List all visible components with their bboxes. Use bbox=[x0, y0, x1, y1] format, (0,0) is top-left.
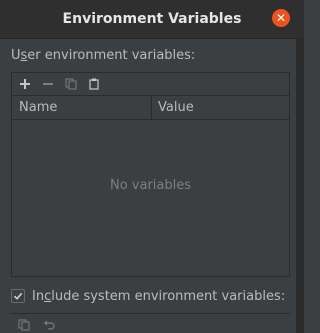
include-system-checkbox[interactable] bbox=[11, 289, 25, 303]
include-system-label[interactable]: Include system environment variables: bbox=[32, 289, 285, 304]
remove-button[interactable] bbox=[40, 76, 56, 92]
title-bar: Environment Variables ✕ bbox=[0, 0, 304, 39]
copy-icon bbox=[18, 319, 30, 331]
column-header-value[interactable]: Value bbox=[158, 96, 278, 119]
system-copy-button[interactable] bbox=[16, 317, 32, 333]
add-button[interactable] bbox=[17, 76, 33, 92]
window-title: Environment Variables bbox=[62, 11, 242, 27]
variables-panel: Name Value No variables bbox=[11, 72, 290, 277]
section-label: User environment variables: bbox=[11, 48, 195, 63]
table-body[interactable]: No variables bbox=[12, 120, 289, 276]
system-variables-toolbar bbox=[11, 313, 290, 333]
section-label-prefix: U bbox=[11, 48, 21, 63]
variables-toolbar bbox=[12, 73, 289, 96]
empty-state-text: No variables bbox=[109, 178, 192, 193]
add-icon bbox=[20, 79, 30, 89]
column-header-name[interactable]: Name bbox=[19, 96, 149, 119]
revert-icon bbox=[44, 320, 55, 330]
window-edge bbox=[296, 38, 304, 333]
revert-button[interactable] bbox=[41, 317, 57, 333]
table-header: Name Value bbox=[12, 96, 289, 120]
copy-icon bbox=[65, 78, 77, 90]
section-label-suffix: er environment variables: bbox=[27, 48, 196, 63]
checkmark-icon bbox=[13, 292, 23, 300]
paste-icon bbox=[89, 78, 99, 90]
close-icon: ✕ bbox=[275, 11, 287, 25]
column-divider[interactable] bbox=[151, 96, 152, 119]
include-system-label-suffix: lude system environment variables: bbox=[51, 288, 286, 304]
include-system-label-prefix: In bbox=[32, 288, 45, 304]
remove-icon bbox=[43, 83, 53, 85]
paste-button[interactable] bbox=[86, 76, 102, 92]
copy-button[interactable] bbox=[63, 76, 79, 92]
close-button[interactable]: ✕ bbox=[272, 9, 290, 27]
include-system-row[interactable]: Include system environment variables: bbox=[11, 286, 285, 306]
